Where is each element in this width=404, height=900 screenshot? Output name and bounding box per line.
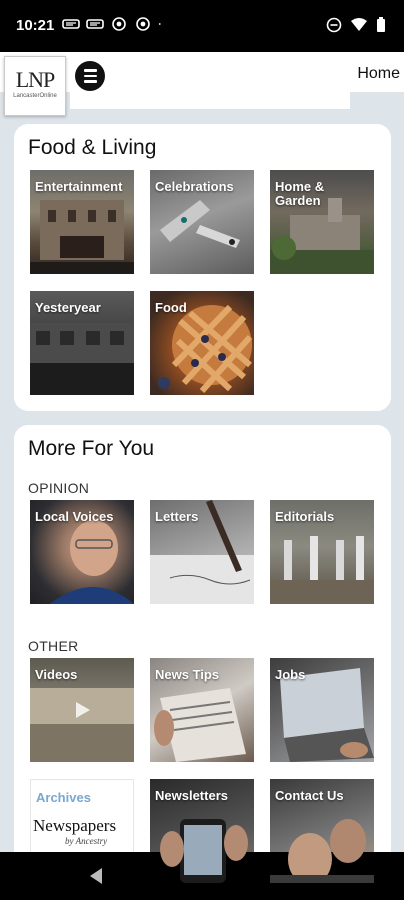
tile-label: Food [155,300,187,315]
home-link[interactable]: Home [357,65,400,83]
food-living-title: Food & Living [28,136,157,159]
food-living-card: Food & Living Entertainment Celebrations… [14,124,391,411]
tile-label: Celebrations [155,179,234,194]
tile-label: Editorials [275,509,335,524]
tile-celebrations[interactable]: Celebrations [150,170,254,274]
tile-label: Contact Us [275,788,344,803]
menu-icon [83,69,97,72]
tile-local-voices[interactable]: Local Voices [30,500,134,604]
tile-label: Videos [35,667,78,682]
ancestry-logo: by Ancestry [65,836,108,846]
tile-label: Yesteryear [35,300,101,315]
tile-entertainment[interactable]: Entertainment [30,170,134,274]
other-label: OTHER [28,638,79,654]
instagram-icon [136,17,150,31]
tile-label: Jobs [275,667,306,682]
menu-button[interactable] [75,61,105,91]
tile-label: Newsletters [155,788,228,803]
nyt-icon [62,19,80,29]
notification-icons [62,17,166,31]
opinion-label: OPINION [28,480,90,496]
logo-subtext: LancasterOnline [13,93,57,99]
do-not-disturb-icon [326,17,342,33]
battery-icon [377,17,385,32]
more-for-you-card: More For You OPINION Local Voices Letter… [14,425,391,883]
header-strip [70,92,350,110]
newspapers-logo: Newspapers [33,816,117,835]
tile-jobs[interactable]: Jobs [270,658,374,762]
lnp-logo[interactable]: LNP LancasterOnline [4,56,66,116]
tile-videos[interactable]: Videos [30,658,134,762]
tile-newsletters[interactable]: Newsletters [150,779,254,883]
system-icons [326,17,386,33]
tile-label: Home & Garden [275,179,325,208]
tile-contact-us[interactable]: Contact Us [270,779,374,883]
more-for-you-title: More For You [28,437,155,460]
tile-label: Archives [36,790,91,805]
tile-news-tips[interactable]: News Tips [150,658,254,762]
dot-icon [158,23,161,25]
tile-food[interactable]: Food [150,291,254,395]
tile-editorials[interactable]: Editorials [270,500,374,604]
back-icon[interactable] [90,868,102,884]
instagram-icon [112,17,126,31]
tile-label: Local Voices [35,509,114,524]
tile-label: Entertainment [35,179,123,194]
tile-letters[interactable]: Letters [150,500,254,604]
wifi-icon [351,18,367,31]
tile-label: News Tips [155,667,220,682]
status-time: 10:21 [16,17,55,34]
tile-yesteryear[interactable]: Yesteryear [30,291,134,395]
logo-text: LNP [5,69,65,91]
status-bar: 10:21 [0,0,404,52]
logo-lettering: LNP [15,67,56,92]
tile-label: Letters [155,509,199,524]
tile-home-garden[interactable]: Home & Garden [270,170,374,274]
nyt-icon [86,19,104,29]
